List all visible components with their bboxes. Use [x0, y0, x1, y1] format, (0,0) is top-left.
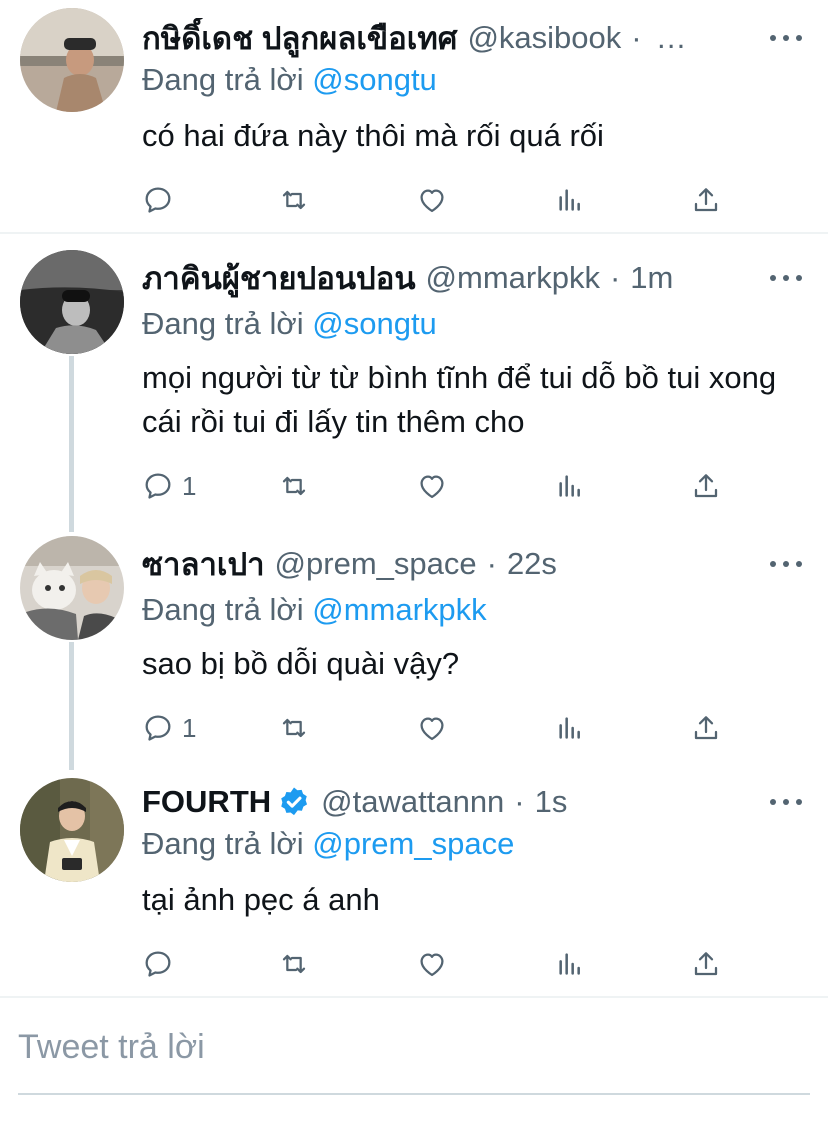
display-name[interactable]: FOURTH	[142, 784, 271, 820]
reply-icon	[145, 187, 171, 213]
retweet-icon	[282, 954, 306, 974]
replying-prefix: Đang trả lời	[142, 306, 304, 341]
share-icon	[694, 952, 718, 976]
stats-button[interactable]	[554, 180, 586, 220]
avatar-photo	[20, 8, 124, 112]
more-icon[interactable]	[770, 268, 802, 288]
timestamp[interactable]: 22s	[507, 546, 557, 582]
replying-to: Đang trả lời @prem_space	[142, 826, 514, 862]
display-name[interactable]: กษิดิ์เดช ปลูกผลเขือเทศ	[142, 18, 457, 58]
compose-underline	[18, 1093, 810, 1095]
replying-mention[interactable]: @songtu	[312, 62, 437, 97]
tweet-actions	[142, 944, 732, 984]
handle[interactable]: @kasibook	[467, 20, 621, 56]
retweet-icon	[282, 718, 306, 738]
avatar[interactable]	[20, 250, 124, 354]
replying-prefix: Đang trả lời	[142, 592, 304, 627]
replying-prefix: Đang trả lời	[142, 62, 304, 97]
retweet-button[interactable]	[278, 180, 310, 220]
share-icon	[694, 188, 718, 212]
tweet-text: sao bị bồ dỗi quài vậy?	[142, 646, 460, 681]
share-icon	[694, 474, 718, 498]
like-button[interactable]	[416, 944, 448, 984]
share-icon	[694, 716, 718, 740]
stats-icon	[559, 717, 580, 739]
reply-icon	[145, 951, 171, 977]
avatar-photo	[20, 778, 124, 882]
tweet-2[interactable]: ภาคินผู้ชายปอนปอน @mmarkpkk · 1m Đang tr…	[0, 236, 828, 526]
retweet-button[interactable]	[278, 944, 310, 984]
tweet-4[interactable]: FOURTH @tawattannn · 1s Đang trả lời @pr…	[0, 766, 828, 996]
avatar[interactable]	[20, 536, 124, 640]
tweet-text: tại ảnh pẹc á anh	[142, 882, 380, 917]
reply-count: 1	[182, 712, 197, 743]
replying-to: Đang trả lời @songtu	[142, 62, 437, 98]
retweet-button[interactable]	[278, 708, 310, 748]
handle[interactable]: @mmarkpkk	[426, 260, 600, 296]
tweet-3[interactable]: ซาลาเปา @prem_space · 22s Đang trả lời @…	[0, 526, 828, 766]
replying-to: Đang trả lời @mmarkpkk	[142, 592, 487, 628]
handle[interactable]: @prem_space	[275, 546, 477, 582]
reply-icon	[145, 473, 171, 499]
tweet-actions: 1	[142, 466, 732, 506]
more-icon[interactable]	[770, 28, 802, 48]
tweet-actions	[142, 180, 732, 220]
verified-badge-icon	[281, 787, 308, 816]
display-name[interactable]: ซาลาเปา	[142, 544, 265, 584]
reply-icon	[145, 715, 171, 741]
tweet-text: có hai đứa này thôi mà rối quá rối	[142, 118, 604, 153]
truncation-ellipsis: …	[655, 20, 687, 55]
like-button[interactable]	[416, 708, 448, 748]
replying-prefix: Đang trả lời	[142, 826, 304, 861]
avatar-photo	[20, 250, 124, 354]
retweet-icon	[282, 476, 306, 496]
stats-button[interactable]	[554, 944, 586, 984]
separator-dot: ·	[514, 784, 525, 819]
like-button[interactable]	[416, 180, 448, 220]
tweet-text: mọi người từ từ bình tĩnh để tui dỗ bồ t…	[142, 360, 777, 439]
replying-mention[interactable]: @mmarkpkk	[312, 592, 486, 627]
heart-icon	[420, 475, 444, 499]
avatar[interactable]	[20, 8, 124, 112]
stats-icon	[559, 189, 580, 211]
heart-icon	[420, 189, 444, 213]
reply-count: 1	[182, 470, 197, 501]
share-button[interactable]	[690, 944, 722, 984]
more-icon[interactable]	[770, 792, 802, 812]
compose-divider	[0, 996, 828, 998]
tweet-1[interactable]: กษิดิ์เดช ปลูกผลเขือเทศ @kasibook · … Đa…	[0, 0, 828, 232]
share-button[interactable]	[690, 708, 722, 748]
stats-icon	[559, 475, 580, 497]
tweet-actions: 1	[142, 708, 732, 748]
tweet-divider	[0, 232, 828, 234]
reply-button[interactable]: 1	[142, 708, 196, 748]
timestamp[interactable]: 1s	[535, 784, 568, 820]
like-button[interactable]	[416, 466, 448, 506]
replying-mention[interactable]: @prem_space	[312, 826, 514, 861]
reply-button[interactable]: 1	[142, 466, 196, 506]
replying-mention[interactable]: @songtu	[312, 306, 437, 341]
retweet-icon	[282, 190, 306, 210]
display-name[interactable]: ภาคินผู้ชายปอนปอน	[142, 258, 416, 298]
reply-button[interactable]	[142, 180, 182, 220]
separator-dot: ·	[486, 546, 497, 581]
retweet-button[interactable]	[278, 466, 310, 506]
avatar[interactable]	[20, 778, 124, 882]
stats-button[interactable]	[554, 466, 586, 506]
reply-input[interactable]: Tweet trả lời	[18, 1028, 205, 1067]
handle[interactable]: @tawattannn	[321, 784, 504, 820]
heart-icon	[420, 953, 444, 977]
reply-button[interactable]	[142, 944, 182, 984]
separator-dot: ·	[631, 20, 642, 55]
stats-icon	[559, 953, 580, 975]
replying-to: Đang trả lời @songtu	[142, 306, 437, 342]
stats-button[interactable]	[554, 708, 586, 748]
share-button[interactable]	[690, 466, 722, 506]
separator-dot: ·	[609, 260, 621, 295]
timestamp[interactable]: 1m	[630, 260, 673, 296]
heart-icon	[420, 717, 444, 741]
share-button[interactable]	[690, 180, 722, 220]
more-icon[interactable]	[770, 554, 802, 574]
avatar-photo	[20, 536, 124, 640]
